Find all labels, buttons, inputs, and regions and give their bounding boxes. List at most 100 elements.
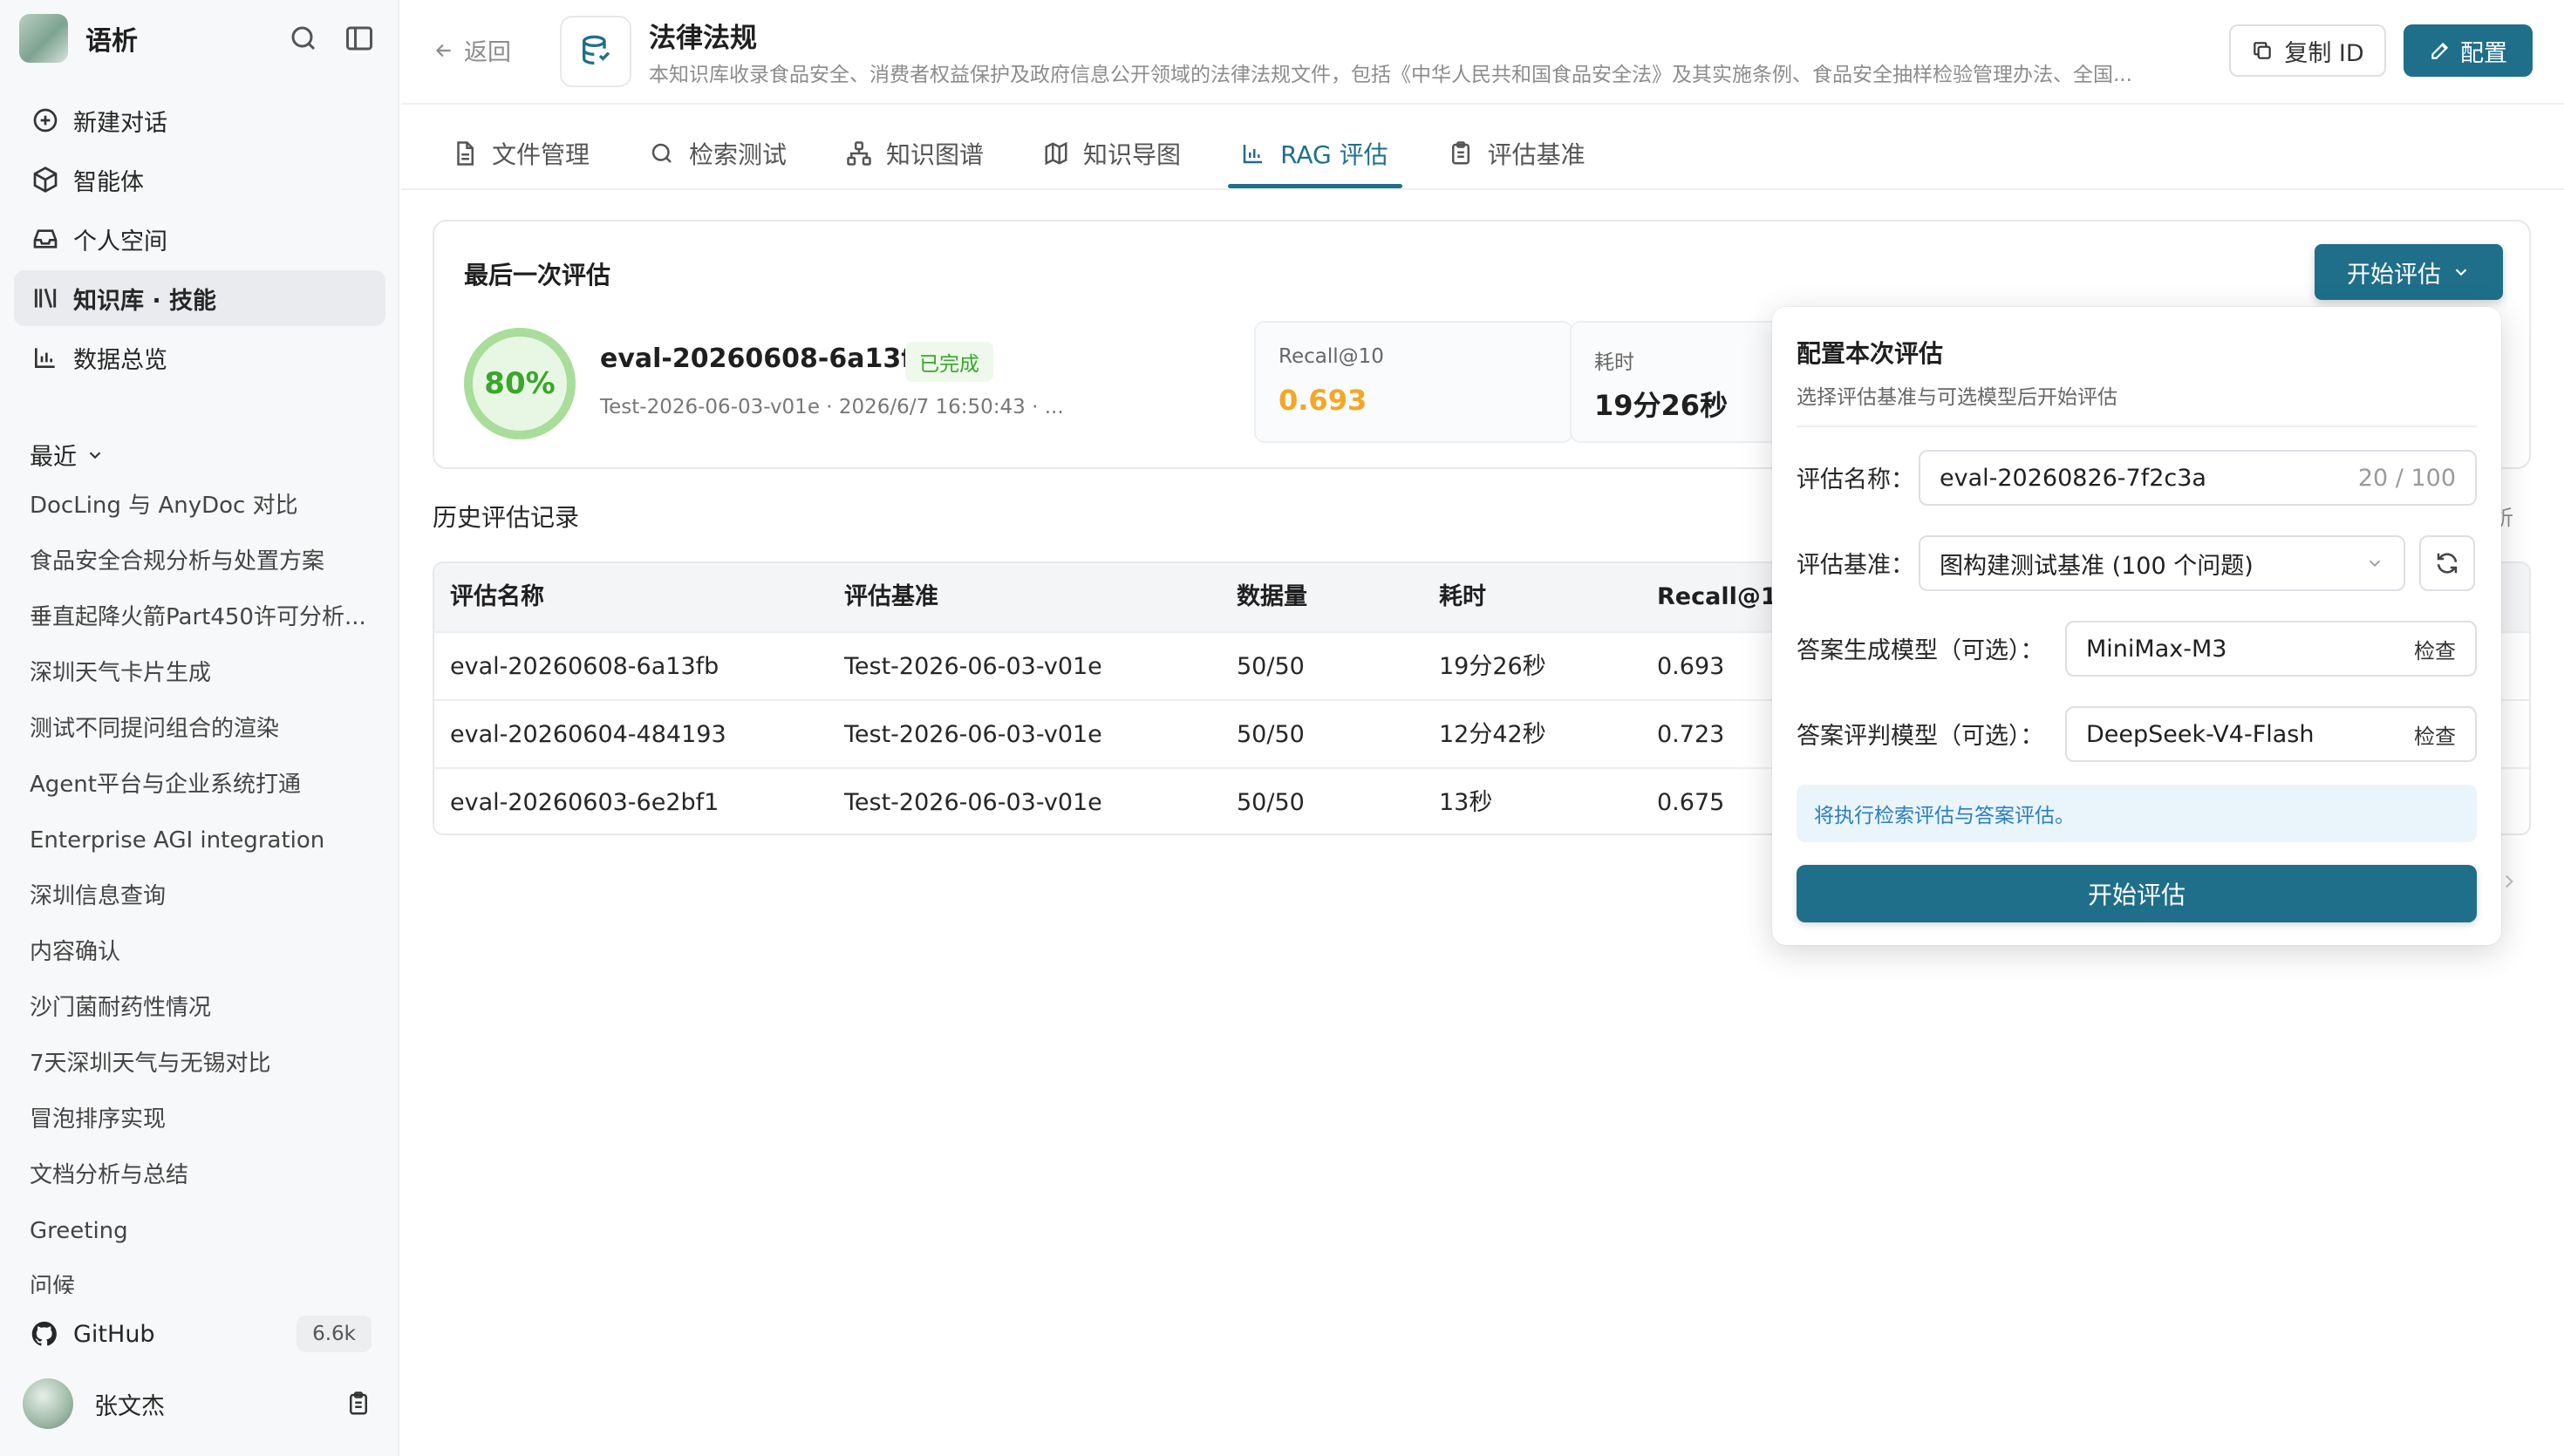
cell-recall: 0.723: [1657, 721, 1725, 748]
recent-item[interactable]: 沙门菌耐药性情况: [30, 980, 370, 1036]
tab-knowledge-graph[interactable]: 知识图谱: [839, 119, 991, 188]
judge-model-select[interactable]: DeepSeek-V4-Flash 检查: [2065, 706, 2477, 762]
check-judge-model-button[interactable]: 检查: [2414, 719, 2456, 750]
info-alert: 将执行检索评估与答案评估。: [1797, 785, 2477, 842]
search-icon: [649, 140, 689, 167]
github-link[interactable]: GitHub 6.6k: [30, 1311, 372, 1357]
nav-item-new-chat[interactable]: 新建对话: [14, 92, 385, 148]
eval-config-popover: 配置本次评估 选择评估基准与可选模型后开始评估 评估名称： eval-20260…: [1772, 307, 2501, 945]
tab-file-management[interactable]: 文件管理: [445, 119, 597, 188]
recent-toggle[interactable]: 最近: [30, 438, 105, 472]
refresh-benchmark-button[interactable]: [2419, 535, 2475, 591]
tab-rag-evaluation[interactable]: RAG 评估: [1228, 119, 1402, 188]
sidebar-toggle-icon[interactable]: [344, 23, 375, 54]
metric-label: Recall@10: [1279, 345, 1384, 368]
recent-item[interactable]: 问候: [30, 1259, 370, 1294]
recent-item[interactable]: Greeting: [30, 1203, 370, 1259]
config-label: 配置: [2460, 39, 2507, 67]
bar-chart-icon: [1240, 140, 1280, 167]
nav-item-dashboard[interactable]: 数据总览: [14, 330, 385, 385]
column-header: 耗时: [1439, 583, 1486, 610]
user-name: 张文杰: [94, 1392, 165, 1420]
metric-value: 0.693: [1279, 384, 1367, 417]
char-counter: 20 / 100: [2357, 464, 2456, 492]
map-icon: [1043, 140, 1083, 167]
benchmark-value: 图构建测试基准 (100 个问题): [1940, 552, 2254, 580]
back-button[interactable]: 返回: [433, 33, 511, 67]
copy-id-label: 复制 ID: [2284, 39, 2364, 67]
file-icon: [452, 140, 492, 167]
nav-item-knowledge-base[interactable]: 知识库 · 技能: [14, 270, 385, 326]
start-eval-label: 开始评估: [2347, 261, 2441, 289]
recent-item[interactable]: 冒泡排序实现: [30, 1092, 370, 1147]
score-ring: 80%: [464, 328, 576, 439]
copy-id-button[interactable]: 复制 ID: [2229, 24, 2386, 77]
recent-item[interactable]: 测试不同提问组合的渲染: [30, 701, 370, 757]
cell-benchmark: Test-2026-06-03-v01e: [844, 721, 1102, 748]
check-answer-model-button[interactable]: 检查: [2414, 634, 2456, 664]
nav-item-label: 个人空间: [73, 228, 167, 255]
benchmark-select[interactable]: 图构建测试基准 (100 个问题): [1919, 535, 2405, 591]
latest-eval-name: eval-20260608-6a13fb: [600, 344, 931, 374]
nav-item-agents[interactable]: 智能体: [14, 152, 385, 208]
inbox-icon: [31, 225, 59, 253]
recent-item[interactable]: 内容确认: [30, 924, 370, 980]
nav-item-label: 数据总览: [73, 346, 167, 374]
latest-eval-meta: Test-2026-06-03-v01e · 2026/6/7 16:50:43…: [600, 396, 1064, 418]
header-divider: [401, 103, 2564, 105]
tabs-divider: [401, 188, 2564, 190]
cell-recall: 0.693: [1657, 653, 1725, 680]
cell-eval-name: eval-20260608-6a13fb: [450, 653, 719, 680]
tab-bar: 文件管理 检索测试 知识图谱 知识导图 RAG 评估 评估基准: [445, 119, 1638, 188]
column-header: 数据量: [1237, 583, 1307, 610]
answer-model-select[interactable]: MiniMax-M3 检查: [2065, 621, 2477, 677]
nav-item-label: 新建对话: [73, 109, 167, 137]
github-star-count: 6.6k: [297, 1316, 372, 1352]
tab-label: 知识导图: [1083, 140, 1182, 169]
recent-item[interactable]: 垂直起降火箭Part450许可分析...: [30, 589, 370, 645]
popover-title: 配置本次评估: [1797, 339, 1944, 368]
tab-retrieval-test[interactable]: 检索测试: [642, 119, 794, 188]
copy-icon: [2251, 39, 2284, 62]
recent-item[interactable]: 7天深圳天气与无锡对比: [30, 1036, 370, 1092]
cell-eval-name: eval-20260603-6e2bf1: [450, 789, 719, 816]
brand[interactable]: 语析: [19, 14, 138, 63]
recent-item[interactable]: Agent平台与企业系统打通: [30, 757, 370, 813]
tab-knowledge-map[interactable]: 知识导图: [1036, 119, 1188, 188]
judge-model-label: 答案评判模型（可选）：: [1797, 723, 2044, 750]
database-icon: [560, 16, 631, 87]
search-icon[interactable]: [288, 23, 319, 54]
github-label: GitHub: [73, 1320, 155, 1348]
eval-name-label: 评估名称：: [1797, 466, 1914, 493]
start-eval-dropdown-button[interactable]: 开始评估: [2315, 244, 2503, 300]
config-button[interactable]: 配置: [2404, 24, 2533, 77]
recent-item[interactable]: 深圳天气卡片生成: [30, 645, 370, 701]
column-header: 评估基准: [844, 583, 938, 610]
history-title: 历史评估记录: [433, 503, 580, 532]
recent-item[interactable]: 深圳信息查询: [30, 868, 370, 924]
cell-duration: 12分42秒: [1439, 721, 1546, 748]
recent-item[interactable]: 文档分析与总结: [30, 1147, 370, 1203]
nav-item-personal-space[interactable]: 个人空间: [14, 211, 385, 267]
nav-item-label: 智能体: [73, 168, 144, 196]
eval-name-input[interactable]: eval-20260826-7f2c3a 20 / 100: [1919, 450, 2477, 506]
recent-list: DocLing 与 AnyDoc 对比 食品安全合规分析与处置方案 垂直起降火箭…: [30, 478, 370, 1294]
recent-item[interactable]: Enterprise AGI integration: [30, 813, 370, 868]
kb-description: 本知识库收录食品安全、消费者权益保护及政府信息公开领域的法律法规文件，包括《中华…: [649, 64, 2132, 86]
benchmark-label: 评估基准：: [1797, 552, 1914, 579]
chevron-down-icon: [77, 446, 105, 465]
user-profile[interactable]: 张文杰: [23, 1378, 372, 1430]
tab-label: 检索测试: [689, 140, 788, 169]
graph-icon: [846, 140, 886, 167]
recent-title: 最近: [30, 444, 77, 471]
library-icon: [31, 284, 59, 312]
recent-item[interactable]: DocLing 与 AnyDoc 对比: [30, 478, 370, 534]
clipboard-icon: [1448, 140, 1488, 167]
recent-item[interactable]: 食品安全合规分析与处置方案: [30, 534, 370, 589]
edit-icon: [2429, 39, 2460, 62]
tab-label: 评估基准: [1487, 140, 1585, 169]
eval-name-value: eval-20260826-7f2c3a: [1940, 464, 2206, 492]
tab-eval-benchmark[interactable]: 评估基准: [1441, 119, 1592, 188]
clipboard-icon[interactable]: [345, 1391, 372, 1417]
start-evaluation-button[interactable]: 开始评估: [1797, 865, 2477, 922]
